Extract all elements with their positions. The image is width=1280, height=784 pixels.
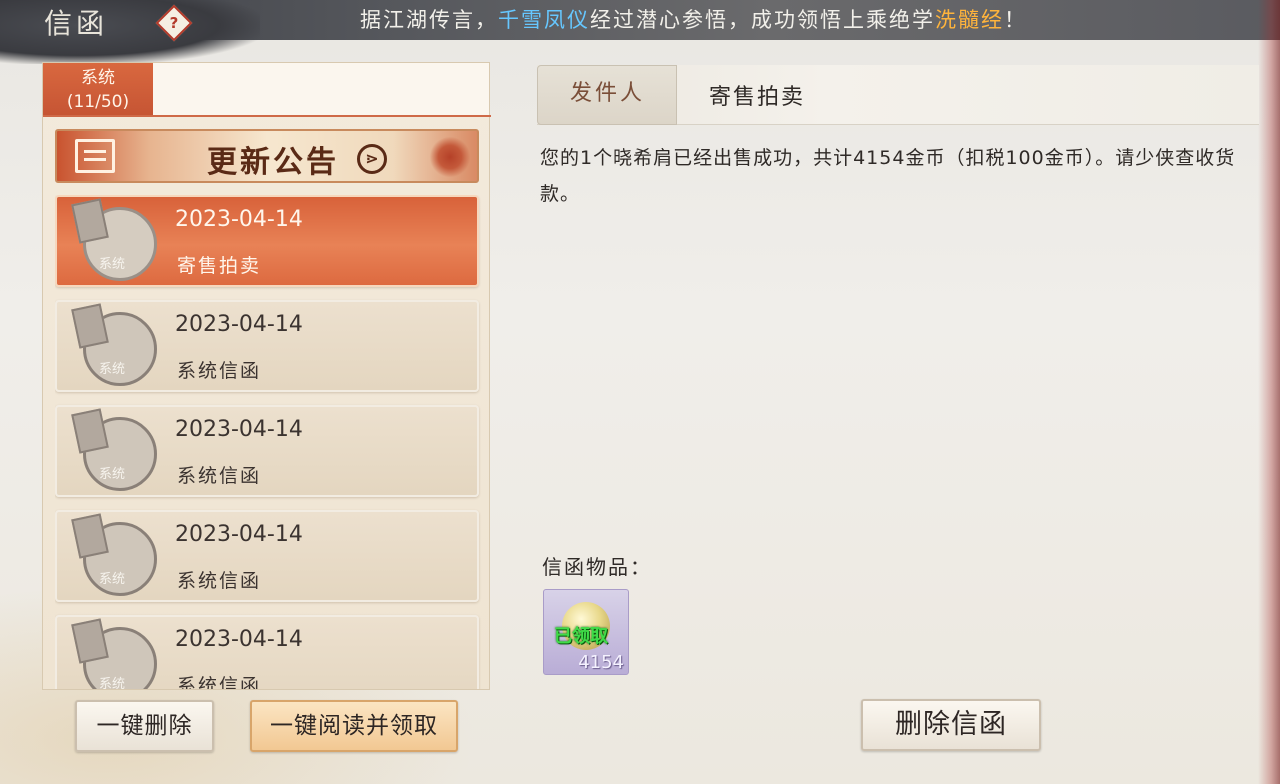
document-icon bbox=[75, 139, 115, 173]
delete-mail-button[interactable]: 删除信函 bbox=[861, 699, 1041, 751]
system-seal-icon: 系统 bbox=[71, 618, 157, 689]
tab-underline bbox=[43, 115, 491, 117]
letter-paper-icon bbox=[71, 303, 109, 349]
update-announcement-banner[interactable]: 更新公告 ⋗ bbox=[55, 129, 479, 183]
broadcast-marquee: 据江湖传言，千雪凤仪经过潜心参悟，成功领悟上乘绝学洗髓经！ bbox=[360, 4, 1027, 34]
mail-item[interactable]: 系统 2023-04-14 系统信函 bbox=[55, 510, 479, 602]
mail-date: 2023-04-14 bbox=[175, 627, 303, 652]
mail-subject: 系统信函 bbox=[177, 570, 262, 592]
claimed-status: 已领取 bbox=[554, 626, 608, 647]
mail-subject: 系统信函 bbox=[177, 465, 262, 487]
attachment-item[interactable]: 已领取 4154 bbox=[543, 589, 629, 675]
top-bar: 信函 ? 据江湖传言，千雪凤仪经过潜心参悟，成功领悟上乘绝学洗髓经！ bbox=[0, 0, 1280, 64]
system-seal-icon: 系统 bbox=[71, 408, 157, 493]
mail-list[interactable]: 系统 2023-04-14 寄售拍卖 系统 2023-04-14 系统信函 系统… bbox=[55, 195, 483, 689]
tab-system-count: (11/50) bbox=[66, 92, 130, 112]
attachment-count: 4154 bbox=[578, 652, 624, 673]
marquee-suffix: ！ bbox=[1004, 8, 1027, 32]
letter-paper-icon bbox=[71, 408, 109, 454]
marquee-skill-name: 洗髓经 bbox=[935, 8, 1004, 32]
mail-subject: 系统信函 bbox=[177, 360, 262, 382]
sender-label: 发件人 bbox=[537, 65, 677, 125]
system-seal-icon: 系统 bbox=[71, 303, 157, 388]
mail-item-selected[interactable]: 系统 2023-04-14 寄售拍卖 bbox=[55, 195, 479, 287]
seal-stamp-text: 系统 bbox=[99, 467, 126, 482]
cloud-decoration bbox=[0, 0, 260, 64]
letter-paper-icon bbox=[71, 618, 109, 664]
letter-paper-icon bbox=[71, 513, 109, 559]
help-icon-glyph: ? bbox=[169, 14, 179, 32]
mail-date: 2023-04-14 bbox=[175, 417, 303, 442]
system-seal-icon: 系统 bbox=[71, 198, 157, 283]
mail-item[interactable]: 系统 2023-04-14 系统信函 bbox=[55, 615, 479, 689]
seal-stamp-text: 系统 bbox=[99, 677, 126, 689]
marquee-player-name: 千雪凤仪 bbox=[498, 8, 590, 32]
tab-strip bbox=[153, 63, 489, 115]
mail-date: 2023-04-14 bbox=[175, 522, 303, 547]
letter-paper-icon bbox=[71, 198, 109, 244]
tab-system-label: 系统 bbox=[81, 68, 115, 88]
mail-item[interactable]: 系统 2023-04-14 系统信函 bbox=[55, 300, 479, 392]
tab-system[interactable]: 系统 (11/50) bbox=[43, 63, 153, 115]
mail-subject: 寄售拍卖 bbox=[177, 255, 262, 277]
seal-stamp-text: 系统 bbox=[99, 572, 126, 587]
window-title: 信函 bbox=[44, 7, 109, 40]
seal-stamp-text: 系统 bbox=[99, 362, 126, 377]
mail-subject: 系统信函 bbox=[177, 675, 262, 689]
mail-item[interactable]: 系统 2023-04-14 系统信函 bbox=[55, 405, 479, 497]
flower-decoration bbox=[429, 137, 471, 177]
mail-date: 2023-04-14 bbox=[175, 207, 303, 232]
mail-date: 2023-04-14 bbox=[175, 312, 303, 337]
marquee-prefix: 据江湖传言， bbox=[360, 8, 498, 32]
system-seal-icon: 系统 bbox=[71, 513, 157, 598]
sender-name: 寄售拍卖 bbox=[709, 85, 806, 110]
read-all-and-claim-button[interactable]: 一键阅读并领取 bbox=[250, 700, 458, 752]
announcement-label: 更新公告 bbox=[207, 145, 339, 180]
edge-decoration bbox=[1258, 0, 1280, 784]
attachments-label: 信函物品： bbox=[542, 555, 652, 579]
mail-body-text: 您的1个晓希肩已经出售成功，共计4154金币（扣税100金币）。请少侠查收货款。 bbox=[540, 147, 1236, 205]
mail-list-panel: 系统 (11/50) 更新公告 ⋗ 系统 2023-04-14 寄售拍卖 系统 … bbox=[42, 62, 491, 690]
sender-bar: 发件人 寄售拍卖 bbox=[537, 65, 1259, 125]
seal-stamp-text: 系统 bbox=[99, 257, 126, 272]
delete-all-button[interactable]: 一键删除 bbox=[75, 700, 214, 752]
marquee-middle: 经过潜心参悟，成功领悟上乘绝学 bbox=[590, 8, 935, 32]
arrow-right-icon: ⋗ bbox=[357, 144, 387, 174]
